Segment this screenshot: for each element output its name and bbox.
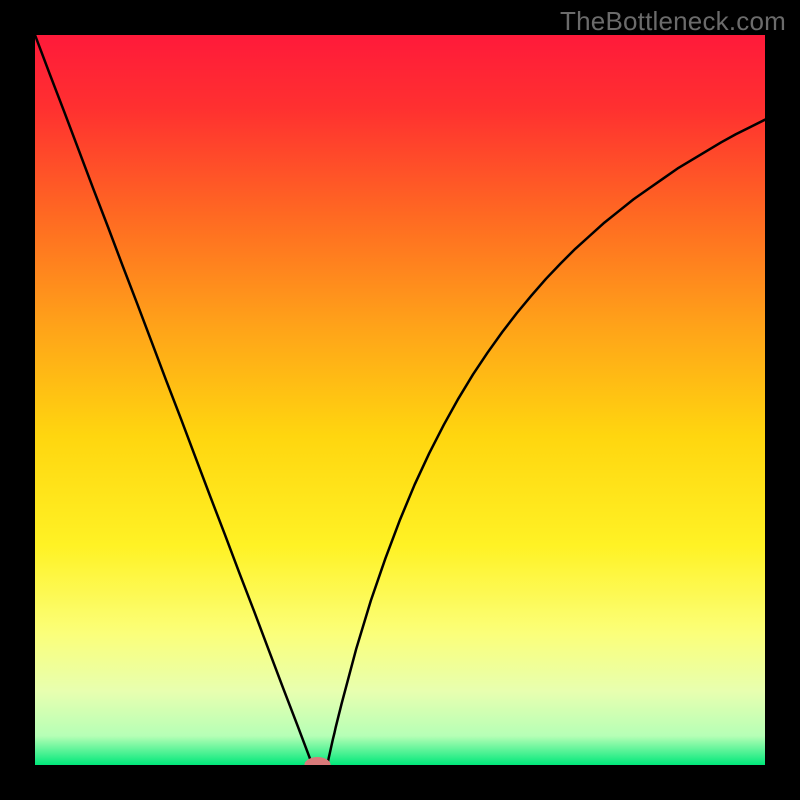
watermark-text: TheBottleneck.com: [560, 6, 786, 37]
plot-area: [35, 35, 765, 765]
chart-svg: [35, 35, 765, 765]
gradient-background: [35, 35, 765, 765]
chart-frame: TheBottleneck.com: [0, 0, 800, 800]
